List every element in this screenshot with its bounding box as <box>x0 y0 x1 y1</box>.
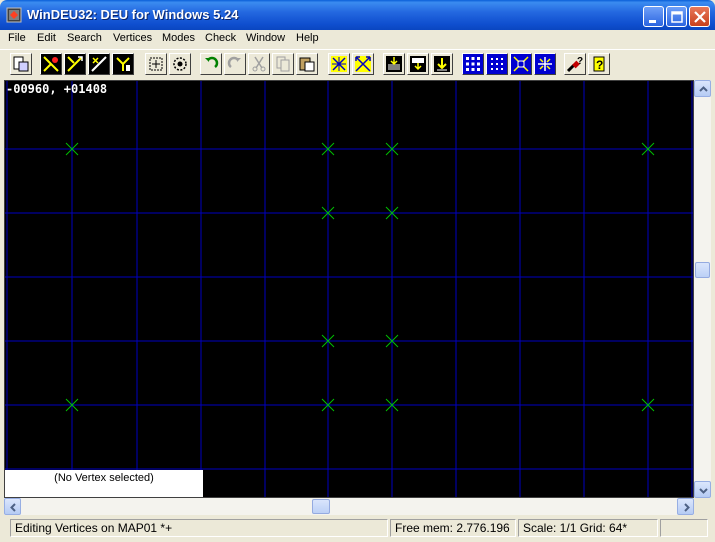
horizontal-scroll-thumb[interactable] <box>312 499 330 514</box>
status-grid: Grid: 64* <box>579 521 628 535</box>
paste-button[interactable] <box>296 53 318 75</box>
copy-button[interactable] <box>272 53 294 75</box>
sectors-mode-button[interactable] <box>112 53 134 75</box>
selection-info-text: (No Vertex selected) <box>54 472 154 484</box>
menu-check[interactable]: Check <box>205 32 236 44</box>
grid-large-button[interactable] <box>486 53 508 75</box>
context-help-button[interactable]: ? <box>564 53 586 75</box>
close-button[interactable] <box>689 6 710 27</box>
vertices-mode-icon <box>91 56 107 72</box>
svg-text:?: ? <box>577 56 583 67</box>
main-window: WinDEU32: DEU for Windows 5.24 File Edit… <box>0 0 715 542</box>
scroll-up-button[interactable] <box>694 80 711 97</box>
vertices-mode-button[interactable] <box>88 53 110 75</box>
app-icon <box>6 7 22 23</box>
zoom-in-button[interactable] <box>534 53 556 75</box>
import-button[interactable] <box>431 53 453 75</box>
things-mode-button[interactable] <box>40 53 62 75</box>
menu-modes[interactable]: Modes <box>162 32 195 44</box>
menu-bar: File Edit Search Vertices Modes Check Wi… <box>0 30 715 49</box>
maximize-button[interactable] <box>666 6 687 27</box>
context-help-icon: ? <box>566 56 583 73</box>
vertical-scroll-thumb[interactable] <box>695 262 710 278</box>
redo-icon <box>227 56 241 68</box>
clipboard-icon <box>13 56 29 72</box>
chevron-right-icon <box>684 503 690 512</box>
linedefs-mode-button[interactable] <box>64 53 86 75</box>
status-bar: Editing Vertices on MAP01 *+ Free mem: 2… <box>0 516 715 542</box>
things-mode-icon <box>43 56 59 72</box>
grid-small-icon <box>466 57 480 71</box>
menu-window[interactable]: Window <box>246 32 285 44</box>
undo-button[interactable] <box>200 53 222 75</box>
minimize-icon <box>649 20 656 23</box>
chevron-left-icon <box>10 503 16 512</box>
minimize-button[interactable] <box>643 6 664 27</box>
zoom-in-icon <box>538 57 552 71</box>
status-scale: Scale: 1/1 <box>523 521 577 535</box>
select-box-icon <box>149 57 163 71</box>
menu-file[interactable]: File <box>8 32 26 44</box>
vertical-scrollbar[interactable] <box>694 80 711 498</box>
paste-icon <box>299 57 315 72</box>
zoom-out-icon <box>355 56 371 72</box>
menu-help[interactable]: Help <box>296 32 319 44</box>
map-grid[interactable] <box>5 81 694 498</box>
center-icon <box>331 56 347 72</box>
selection-info-panel: (No Vertex selected) <box>5 470 203 497</box>
undo-icon <box>205 56 219 68</box>
scroll-down-button[interactable] <box>694 481 711 498</box>
title-bar[interactable]: WinDEU32: DEU for Windows 5.24 <box>0 0 715 30</box>
cut-icon <box>252 56 266 72</box>
zoom-fit-button[interactable] <box>510 53 532 75</box>
window-title: WinDEU32: DEU for Windows 5.24 <box>27 7 239 22</box>
help-button[interactable]: ? <box>588 53 610 75</box>
clipboard-button[interactable] <box>10 53 32 75</box>
copy-icon <box>276 56 290 72</box>
grid-small-button[interactable] <box>462 53 484 75</box>
download-icon <box>386 56 402 72</box>
redo-button[interactable] <box>224 53 246 75</box>
maximize-icon <box>671 11 683 23</box>
zoom-fit-icon <box>513 56 529 72</box>
map-canvas[interactable]: -00960, +01408 (No Vertex selected) <box>4 80 694 498</box>
grid-large-icon <box>491 58 503 70</box>
horizontal-scrollbar[interactable] <box>4 498 694 515</box>
status-mode: Editing Vertices on MAP01 *+ <box>10 519 388 537</box>
help-icon: ? <box>593 56 605 72</box>
scrollbar-corner <box>694 498 711 515</box>
status-memory: Free mem: 2.776.196 <box>390 519 516 537</box>
scroll-left-button[interactable] <box>4 498 21 515</box>
select-box-button[interactable] <box>145 53 167 75</box>
menu-vertices[interactable]: Vertices <box>113 32 152 44</box>
gear-icon <box>173 57 187 71</box>
center-button[interactable] <box>328 53 350 75</box>
status-scale-grid: Scale: 1/1 Grid: 64* <box>518 519 658 537</box>
menu-search[interactable]: Search <box>67 32 102 44</box>
zoom-out-button[interactable] <box>352 53 374 75</box>
linedefs-mode-icon <box>67 56 83 72</box>
cut-button[interactable] <box>248 53 270 75</box>
download-button[interactable] <box>383 53 405 75</box>
chevron-down-icon <box>699 488 708 494</box>
menu-edit[interactable]: Edit <box>37 32 56 44</box>
close-icon <box>694 11 706 23</box>
save-button[interactable] <box>407 53 429 75</box>
scroll-right-button[interactable] <box>677 498 694 515</box>
status-extra <box>660 519 708 537</box>
cursor-coordinates: -00960, +01408 <box>6 82 108 96</box>
save-icon <box>410 56 426 72</box>
settings-button[interactable] <box>169 53 191 75</box>
sectors-mode-icon <box>116 57 130 71</box>
chevron-up-icon <box>699 86 708 92</box>
import-icon <box>434 56 450 72</box>
toolbar: ? ? <box>0 49 715 79</box>
svg-text:?: ? <box>596 58 603 72</box>
